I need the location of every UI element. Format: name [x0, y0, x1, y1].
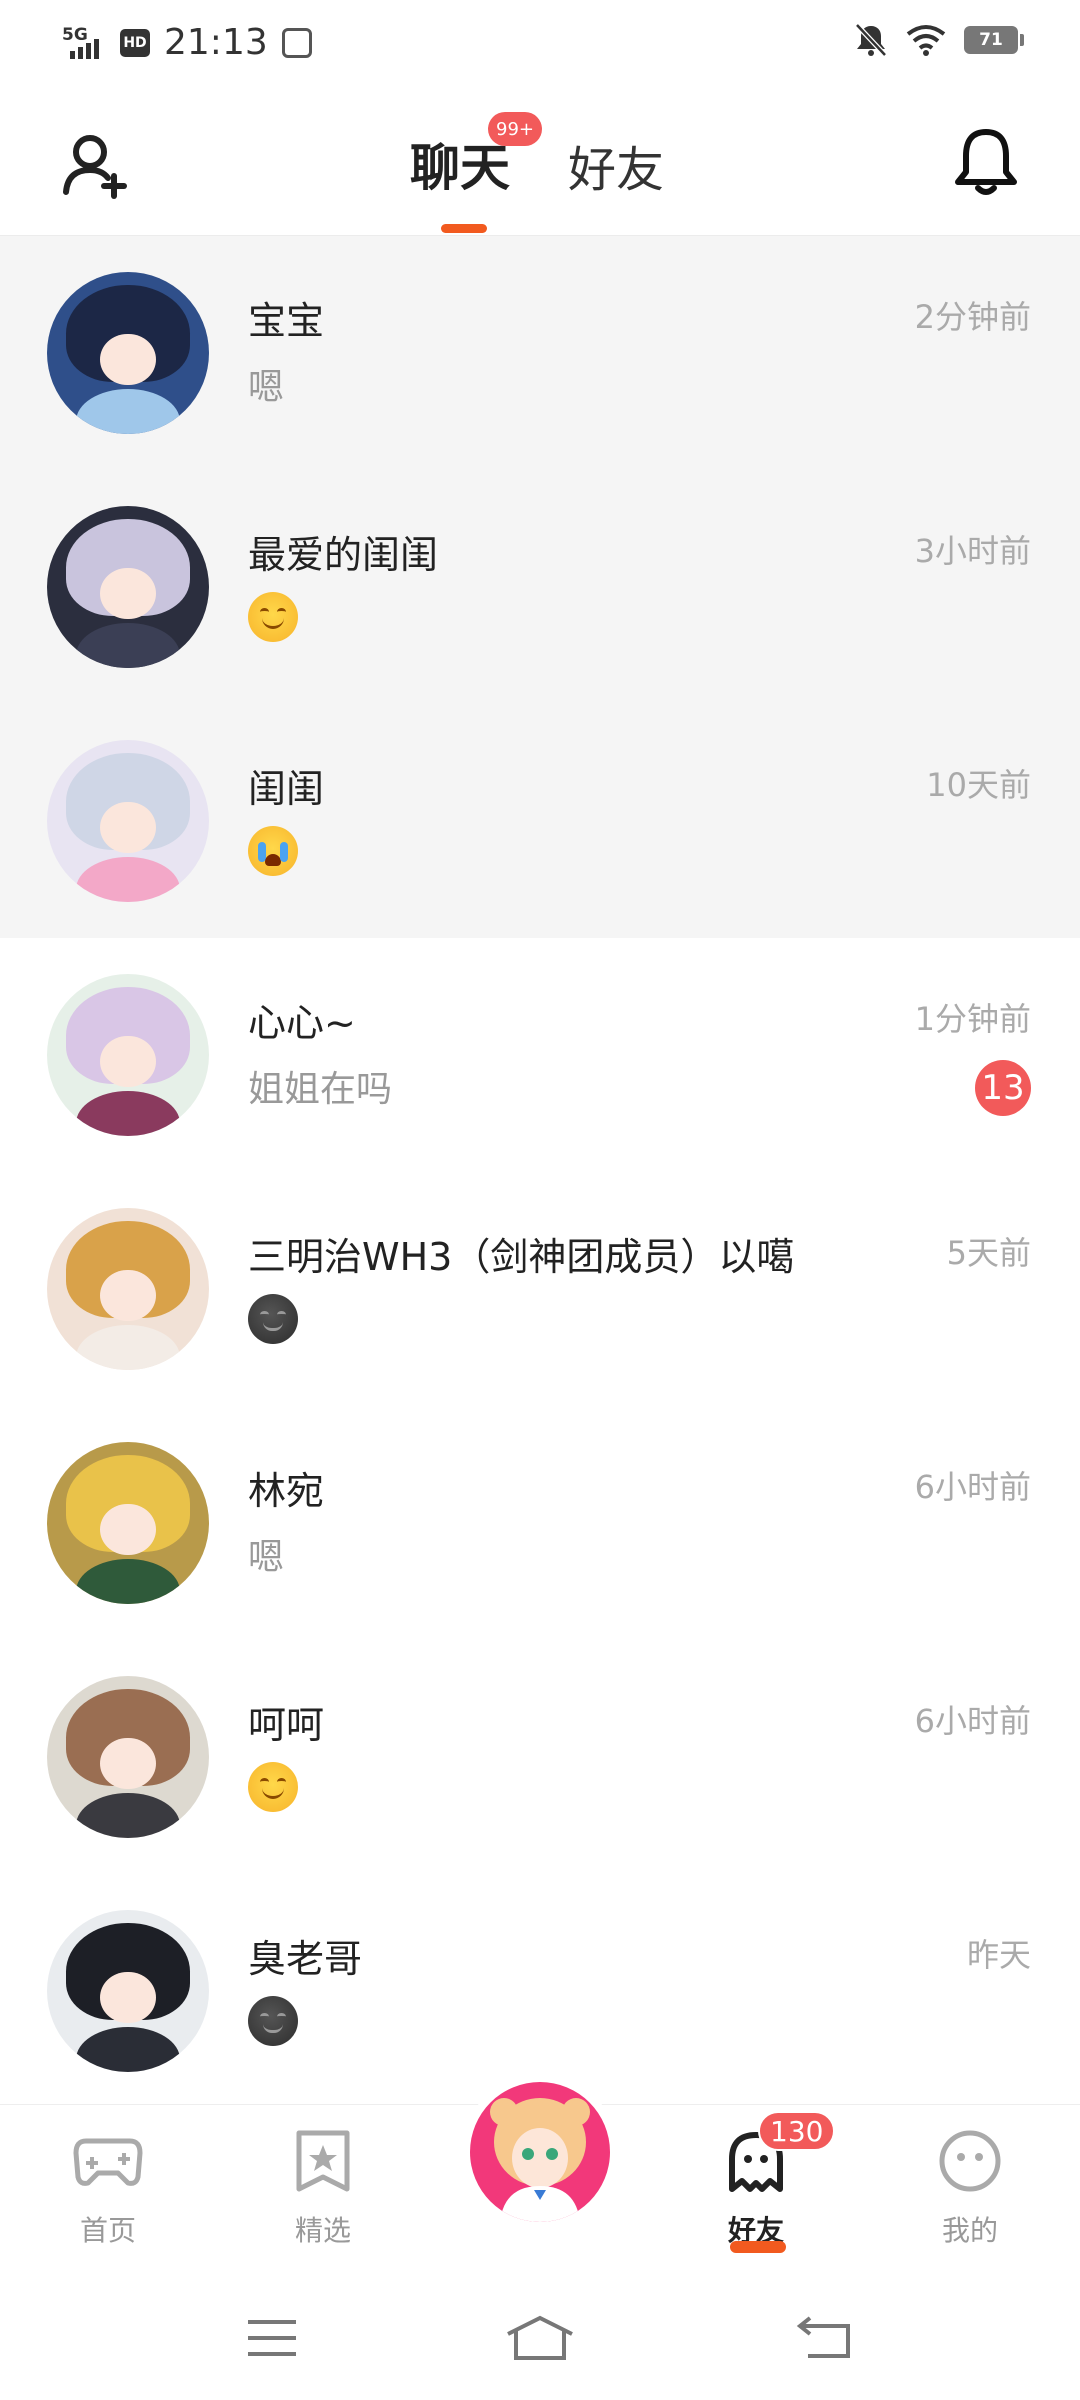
chat-row[interactable]: 臭老哥 昨天 [0, 1874, 1080, 2108]
profile-avatar-button[interactable] [462, 2074, 618, 2230]
home-icon[interactable] [504, 2314, 576, 2362]
contact-name: 最爱的闺闺 [248, 533, 439, 577]
contact-name: 闺闺 [248, 767, 325, 811]
unread-count-badge: 13 [975, 1060, 1031, 1116]
smiling-face-emoji-icon [248, 1762, 298, 1812]
chat-header: 聊天 99+ 好友 [0, 84, 1080, 236]
chat-row[interactable]: 心心~ 姐姐在吗 1分钟前 13 [0, 938, 1080, 1172]
mute-bell-icon [855, 23, 887, 57]
message-time: 6小时前 [914, 1702, 1031, 1740]
status-bar: 5G HD 21:13 71 [0, 0, 1080, 84]
message-time: 1分钟前 [914, 1000, 1031, 1038]
wifi-icon [906, 25, 946, 56]
nav-me-label: 我的 [941, 2214, 998, 2247]
contact-name: 三明治WH3（剑神团成员）以噶 [248, 1235, 795, 1279]
contact-name: 呵呵 [248, 1703, 325, 1747]
contact-name: 心心~ [248, 1001, 356, 1045]
contact-avatar[interactable] [47, 1442, 209, 1604]
status-bar-left: 5G HD 21:13 [62, 22, 312, 63]
last-message: 嗯 [248, 367, 285, 408]
battery-icon: 71 [964, 26, 1024, 54]
message-time: 2分钟前 [914, 298, 1031, 336]
chat-row[interactable]: 林宛嗯 6小时前 [0, 1406, 1080, 1640]
nav-me[interactable]: 我的 [910, 2129, 1030, 2249]
chat-list: 宝宝嗯 2分钟前最爱的闺闺 3小时前闺闺 10天前心心~ 姐姐在吗 1分钟前 13 三明治WH… [0, 236, 1080, 2108]
nav-home-label: 首页 [79, 2214, 136, 2247]
message-time: 昨天 [966, 1936, 1031, 1974]
status-bar-right: 71 [854, 22, 1024, 58]
last-message: 嗯 [248, 1537, 285, 1578]
notification-bell-icon[interactable] [948, 124, 1024, 200]
smiley-face-icon [939, 2130, 1001, 2192]
hd-icon: HD [120, 28, 150, 57]
cellular-signal-icon: 5G [62, 25, 106, 61]
status-time: 21:13 [164, 22, 268, 63]
center-avatar [470, 2082, 610, 2222]
friends-badge: 130 [758, 2111, 836, 2151]
message-time: 6小时前 [914, 1468, 1031, 1506]
chat-row[interactable]: 呵呵 6小时前 [0, 1640, 1080, 1874]
nav-featured-label: 精选 [294, 2214, 351, 2247]
gamepad-icon [73, 2138, 143, 2186]
featured-star-icon [296, 2130, 350, 2192]
nav-featured[interactable]: 精选 [263, 2129, 383, 2249]
crying-face-emoji-icon [248, 826, 298, 876]
chat-unread-badge: 99+ [488, 112, 542, 146]
smiling-face-emoji-icon [248, 592, 298, 642]
message-time: 5天前 [946, 1234, 1031, 1272]
message-time: 3小时前 [914, 532, 1031, 570]
contact-avatar[interactable] [47, 740, 209, 902]
menu-icon[interactable] [244, 2314, 300, 2362]
nav-friends[interactable]: 130 好友 [696, 2111, 836, 2253]
contact-name: 臭老哥 [248, 1937, 363, 1981]
active-tab-indicator [441, 224, 487, 233]
app-notification-icon [281, 27, 312, 58]
chat-row[interactable]: 宝宝嗯 2分钟前 [0, 236, 1080, 470]
nav-home[interactable]: 首页 [48, 2129, 168, 2249]
back-icon[interactable] [796, 2314, 852, 2362]
chat-row[interactable]: 最爱的闺闺 3小时前 [0, 470, 1080, 704]
add-friend-icon[interactable] [58, 126, 134, 202]
contact-avatar[interactable] [47, 506, 209, 668]
chat-row[interactable]: 闺闺 10天前 [0, 704, 1080, 938]
contact-avatar[interactable] [47, 1910, 209, 2072]
tab-friends[interactable]: 好友 [568, 130, 664, 200]
contact-avatar[interactable] [47, 272, 209, 434]
nav-active-indicator [730, 2241, 786, 2253]
contact-name: 林宛 [248, 1469, 325, 1513]
contact-avatar[interactable] [47, 1208, 209, 1370]
chat-row[interactable]: 三明治WH3（剑神团成员）以噶 5天前 [0, 1172, 1080, 1406]
contact-name: 宝宝 [248, 299, 325, 343]
contact-avatar[interactable] [47, 1676, 209, 1838]
new-moon-face-emoji-icon [248, 1294, 298, 1344]
message-time: 10天前 [926, 766, 1031, 804]
contact-avatar[interactable] [47, 974, 209, 1136]
system-navigation-bar [0, 2280, 1080, 2400]
new-moon-face-emoji-icon [248, 1996, 298, 2046]
last-message: 姐姐在吗 [248, 1069, 393, 1110]
